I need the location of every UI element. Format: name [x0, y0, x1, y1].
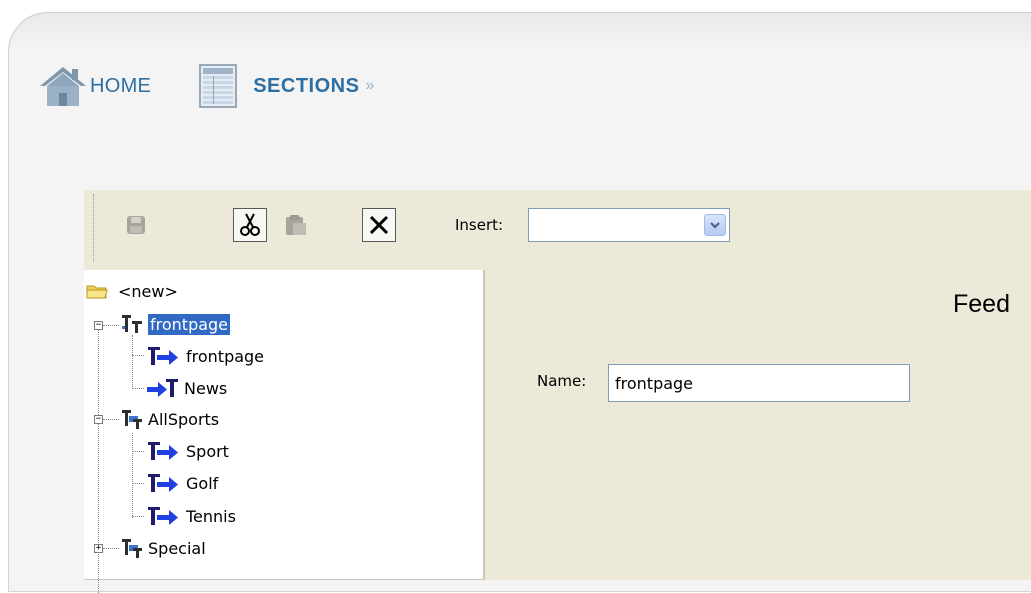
feed-link-icon [148, 347, 178, 365]
tree-item-golf[interactable]: Golf [146, 468, 220, 498]
tree-connector [132, 483, 144, 484]
name-field[interactable] [608, 364, 910, 402]
section-group-icon [122, 410, 142, 429]
tree-item-new[interactable]: <new> [86, 276, 180, 306]
tree-item-label: frontpage [148, 313, 231, 335]
breadcrumb: HOME SECTIONS » [38, 62, 374, 110]
section-tree: <new> − frontpage frontpage News − AllSp… [84, 270, 485, 593]
breadcrumb-separator: » [365, 77, 375, 94]
tree-item-special[interactable]: Special [120, 533, 208, 563]
tree-connector [132, 355, 144, 356]
tree-item-label: Tennis [186, 506, 236, 526]
panel-title: Feed [953, 290, 1010, 318]
feed-link-icon [148, 442, 178, 460]
tree-item-label: Special [148, 538, 206, 558]
panel-top-band [8, 12, 1031, 52]
feed-link-icon [148, 474, 178, 492]
tree-connector [103, 419, 119, 420]
chevron-down-icon[interactable] [704, 214, 726, 236]
feed-link-reverse-icon [147, 379, 178, 397]
breadcrumb-sections: SECTIONS [253, 74, 360, 97]
insert-label: Insert: [455, 216, 504, 234]
insert-dropdown[interactable] [528, 208, 730, 242]
tree-connector [132, 516, 144, 517]
breadcrumb-home-link[interactable]: HOME [90, 75, 151, 98]
tree-item-frontpage-feed[interactable]: frontpage [146, 341, 266, 371]
toolbar-grip[interactable] [93, 194, 97, 262]
tree-connector [98, 328, 99, 593]
collapse-toggle[interactable]: − [94, 415, 103, 424]
cut-button[interactable] [233, 208, 267, 242]
tree-connector [103, 548, 119, 549]
section-icon [122, 315, 142, 333]
collapse-toggle[interactable]: − [94, 321, 103, 330]
tree-item-allsports[interactable]: AllSports [120, 404, 221, 434]
feed-editor-panel [497, 270, 1031, 580]
tree-item-tennis[interactable]: Tennis [146, 501, 238, 531]
sections-icon [199, 64, 237, 108]
tree-item-sport[interactable]: Sport [146, 436, 231, 466]
tree-item-label: <new> [118, 281, 178, 301]
tree-connector [132, 451, 144, 452]
folder-icon [86, 285, 108, 299]
tree-connector [103, 325, 119, 326]
name-label: Name: [537, 372, 587, 390]
tree-item-news[interactable]: News [146, 373, 229, 403]
save-icon [127, 216, 145, 234]
tree-connector [132, 388, 144, 389]
panel-splitter[interactable] [485, 270, 497, 580]
paste-button[interactable] [279, 208, 313, 242]
tree-item-label: frontpage [186, 346, 265, 366]
tree-connector [132, 433, 133, 518]
tree-item-label: News [184, 378, 228, 398]
delete-icon [369, 215, 389, 235]
expand-toggle[interactable]: + [94, 544, 103, 553]
home-icon[interactable] [38, 64, 88, 108]
tree-item-frontpage-section[interactable]: frontpage [120, 309, 231, 339]
delete-button[interactable] [362, 208, 396, 242]
tree-item-label: AllSports [148, 409, 220, 429]
tree-item-label: Sport [186, 441, 229, 461]
tree-item-label: Golf [186, 473, 219, 493]
paste-icon [286, 215, 306, 235]
feed-link-icon [148, 507, 178, 525]
section-group-icon [122, 539, 142, 558]
tree-connector [132, 335, 133, 389]
save-button[interactable] [119, 208, 153, 242]
cut-icon [240, 213, 260, 236]
